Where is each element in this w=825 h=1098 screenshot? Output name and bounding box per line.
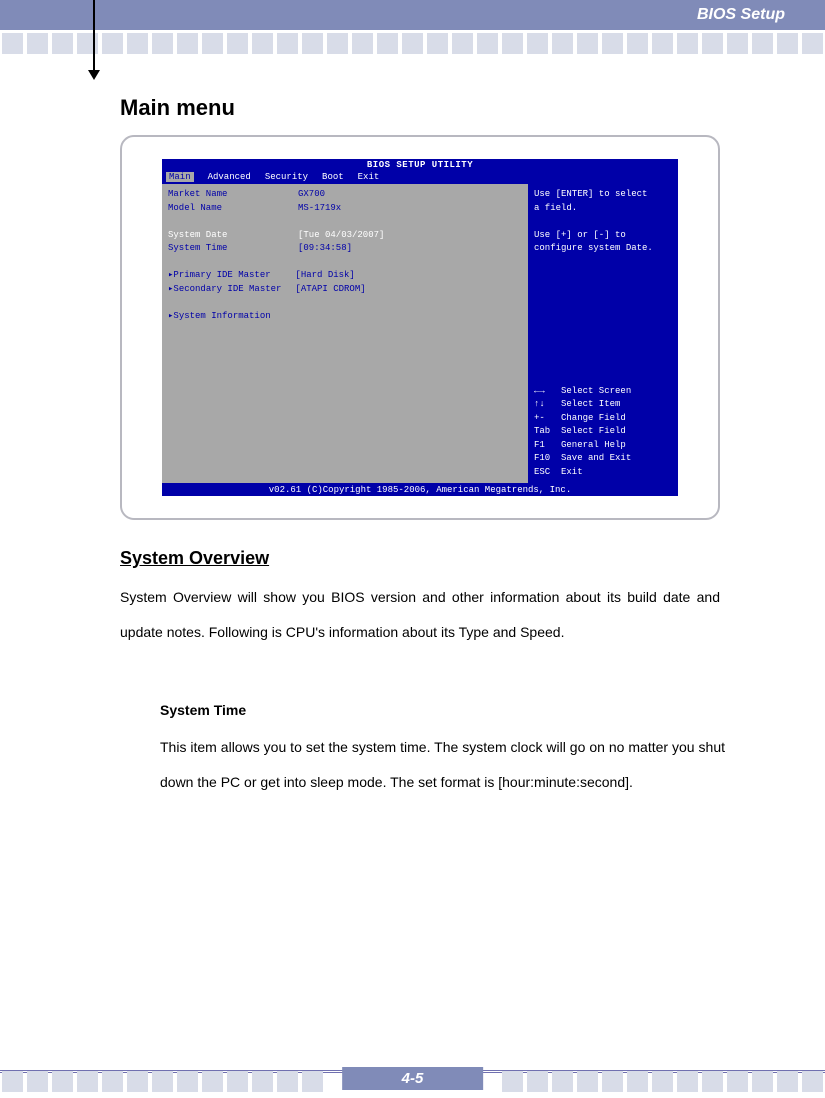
spacer-row	[168, 256, 522, 270]
help-line: Use [ENTER] to select	[534, 188, 672, 202]
market-name-row: Market Name GX700	[168, 188, 522, 202]
bios-screen: BIOS SETUP UTILITY Main Advanced Securit…	[162, 159, 678, 496]
bios-footer: v02.61 (C)Copyright 1985-2006, American …	[162, 484, 678, 496]
key-hint: F10 Save and Exit	[534, 452, 672, 466]
page-header: BIOS Setup	[0, 0, 825, 30]
vertical-line	[93, 0, 95, 78]
system-overview-paragraph: System Overview will show you BIOS versi…	[120, 580, 720, 650]
system-date-value: [Tue 04/03/2007]	[298, 229, 384, 243]
model-name-value: MS-1719x	[298, 202, 341, 216]
primary-ide-value: [Hard Disk]	[295, 269, 354, 283]
system-information-label: System Information	[173, 310, 270, 324]
market-name-label: Market Name	[168, 188, 298, 202]
tab-main[interactable]: Main	[166, 172, 194, 182]
system-information-row[interactable]: System Information	[168, 310, 522, 324]
system-date-label: System Date	[168, 229, 298, 243]
bios-title: BIOS SETUP UTILITY	[162, 159, 678, 171]
help-line	[534, 215, 672, 229]
system-date-row[interactable]: System Date [Tue 04/03/2007]	[168, 229, 522, 243]
header-title: BIOS Setup	[697, 6, 785, 24]
system-overview-heading: System Overview	[120, 548, 269, 569]
key-hint: ESC Exit	[534, 466, 672, 480]
bios-tab-bar: Main Advanced Security Boot Exit	[162, 171, 678, 183]
help-line: a field.	[534, 202, 672, 216]
arrow-down-icon	[88, 70, 100, 80]
key-hint: +- Change Field	[534, 412, 672, 426]
secondary-ide-row[interactable]: Secondary IDE Master [ATAPI CDROM]	[168, 283, 522, 297]
primary-ide-label: Primary IDE Master	[173, 269, 295, 283]
system-time-heading: System Time	[160, 702, 246, 718]
model-name-label: Model Name	[168, 202, 298, 216]
main-menu-heading: Main menu	[120, 95, 235, 121]
bios-body: Market Name GX700 Model Name MS-1719x Sy…	[162, 183, 678, 484]
tab-advanced[interactable]: Advanced	[208, 172, 251, 182]
market-name-value: GX700	[298, 188, 325, 202]
tab-boot[interactable]: Boot	[322, 172, 344, 182]
secondary-ide-label: Secondary IDE Master	[173, 283, 295, 297]
system-time-label: System Time	[168, 242, 298, 256]
help-line: configure system Date.	[534, 242, 672, 256]
bios-right-panel: Use [ENTER] to select a field. Use [+] o…	[528, 184, 678, 483]
tab-security[interactable]: Security	[265, 172, 308, 182]
bios-help-text: Use [ENTER] to select a field. Use [+] o…	[534, 188, 672, 256]
model-name-row: Model Name MS-1719x	[168, 202, 522, 216]
key-hint: ←→ Select Screen	[534, 385, 672, 399]
secondary-ide-value: [ATAPI CDROM]	[295, 283, 365, 297]
bios-screenshot-frame: BIOS SETUP UTILITY Main Advanced Securit…	[120, 135, 720, 520]
page-number: 4-5	[342, 1067, 484, 1090]
key-hint: Tab Select Field	[534, 425, 672, 439]
bios-key-legend: ←→ Select Screen ↑↓ Select Item +- Chang…	[534, 385, 672, 480]
system-time-row[interactable]: System Time [09:34:58]	[168, 242, 522, 256]
bios-left-panel: Market Name GX700 Model Name MS-1719x Sy…	[162, 184, 528, 483]
system-time-paragraph: This item allows you to set the system t…	[160, 730, 725, 800]
key-hint: F1 General Help	[534, 439, 672, 453]
key-hint: ↑↓ Select Item	[534, 398, 672, 412]
system-time-value: [09:34:58]	[298, 242, 352, 256]
spacer-row	[168, 296, 522, 310]
primary-ide-row[interactable]: Primary IDE Master [Hard Disk]	[168, 269, 522, 283]
spacer-row	[168, 215, 522, 229]
help-line: Use [+] or [-] to	[534, 229, 672, 243]
decorative-squares-top	[0, 33, 825, 58]
tab-exit[interactable]: Exit	[358, 172, 380, 182]
